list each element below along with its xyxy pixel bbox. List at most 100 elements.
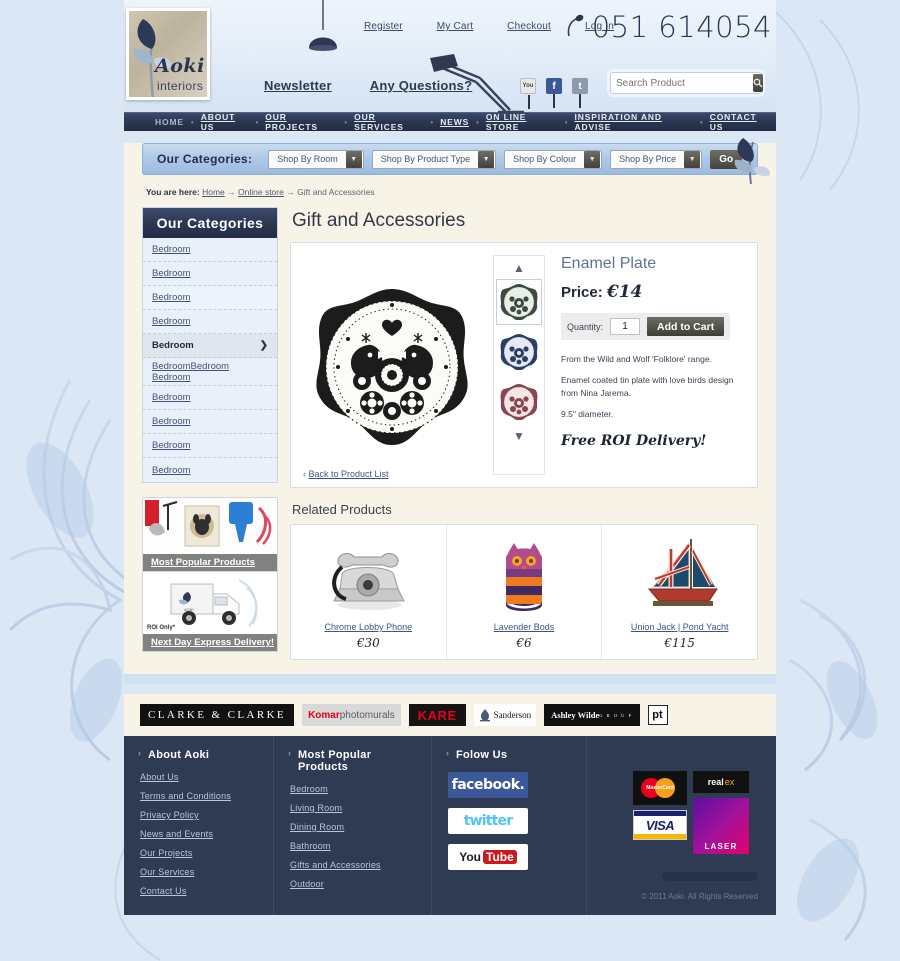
footer-link-outdoor[interactable]: Outdoor bbox=[290, 879, 419, 889]
search-input[interactable] bbox=[611, 73, 753, 93]
related-product-card[interactable]: Lavender Bods €6 bbox=[447, 525, 603, 659]
nav-item-contact-us[interactable]: CONTACT US bbox=[703, 112, 776, 132]
related-product-name[interactable]: Chrome Lobby Phone bbox=[325, 622, 413, 632]
footer-link-privacy-policy[interactable]: Privacy Policy bbox=[140, 810, 261, 820]
site-logo[interactable]: Aoki interiors bbox=[126, 8, 210, 100]
related-product-name[interactable]: Union Jack | Pond Yacht bbox=[631, 622, 729, 632]
price-label: Price: bbox=[561, 284, 603, 301]
link-any-questions[interactable]: Any Questions? bbox=[370, 78, 472, 93]
footer-link-dining-room[interactable]: Dining Room bbox=[290, 822, 419, 832]
breadcrumb-item-home[interactable]: Home bbox=[202, 187, 225, 197]
facebook-label: facebook. bbox=[451, 777, 525, 793]
sidebar-item-bedroom-8[interactable]: Bedroom bbox=[143, 410, 277, 434]
carousel-down-arrow[interactable]: ▼ bbox=[513, 427, 525, 445]
chevron-down-icon: ▼ bbox=[584, 150, 601, 168]
quantity-input[interactable] bbox=[610, 318, 641, 335]
link-checkout[interactable]: Checkout bbox=[507, 21, 551, 32]
select-shop-by-room[interactable]: Shop By Room ▼ bbox=[268, 149, 364, 169]
related-product-name[interactable]: Lavender Bods bbox=[494, 622, 555, 632]
footer-link-about-us[interactable]: About Us bbox=[140, 772, 261, 782]
sidebar-item-label: Bedroom bbox=[152, 392, 191, 403]
sidebar-item-bedroom-5-selected[interactable]: Bedroom ❯ bbox=[143, 334, 277, 358]
link-newsletter[interactable]: Newsletter bbox=[264, 78, 332, 93]
footer-link-terms-and-conditions[interactable]: Terms and Conditions bbox=[140, 791, 261, 801]
mastercard-label: MasterCard bbox=[646, 785, 674, 791]
header-phone: 051 614054 bbox=[565, 10, 772, 44]
plate-pink-thumb[interactable] bbox=[496, 379, 542, 425]
sidebar-item-bedroom-10[interactable]: Bedroom bbox=[143, 458, 277, 482]
nav-item-about-us[interactable]: ABOUT US bbox=[194, 112, 256, 132]
footer-link-news-and-events[interactable]: News and Events bbox=[140, 829, 261, 839]
link-my-cart[interactable]: My Cart bbox=[437, 21, 473, 32]
sidebar-item-bedroom-2[interactable]: Bedroom bbox=[143, 262, 277, 286]
brand-sanderson[interactable]: Sanderson bbox=[473, 704, 537, 726]
plate-green-thumb[interactable] bbox=[496, 279, 542, 325]
related-product-card[interactable]: Union Jack | Pond Yacht €115 bbox=[602, 525, 757, 659]
related-product-card[interactable]: Chrome Lobby Phone €30 bbox=[291, 525, 447, 659]
footer-link-bathroom[interactable]: Bathroom bbox=[290, 841, 419, 851]
product-main-image[interactable] bbox=[303, 255, 481, 475]
payment-col-2: real ex LASER bbox=[693, 771, 749, 854]
twitter-button[interactable]: twitter bbox=[448, 808, 528, 834]
youtube-you-text: You bbox=[459, 850, 481, 864]
brand-ashley-wilde[interactable]: Ashley Wilde G R O U P bbox=[544, 704, 640, 726]
search-button[interactable] bbox=[753, 74, 763, 92]
youtube-label: You Tube bbox=[459, 850, 517, 864]
footer-link-gifts-and-accessories[interactable]: Gifts and Accessories bbox=[290, 860, 419, 870]
nav-item-on-line-store[interactable]: ON LINE STORE bbox=[479, 112, 565, 132]
product-detail-panel: ▲ ▼ Enamel Plate Price: €14 Quantity: 1 … bbox=[290, 242, 758, 488]
brand-komar-rest: photomurals bbox=[339, 709, 395, 721]
product-collage-icon bbox=[143, 498, 277, 554]
facebook-icon[interactable]: f bbox=[546, 78, 562, 108]
link-register[interactable]: Register bbox=[364, 21, 403, 32]
twitter-icon[interactable]: t bbox=[572, 78, 588, 108]
select-shop-by-product-type[interactable]: Shop By Product Type ▼ bbox=[371, 149, 497, 169]
brand-kare[interactable]: KARE bbox=[408, 704, 466, 726]
sidebar-item-bedroom-1[interactable]: Bedroom bbox=[143, 238, 277, 262]
footer-link-contact-us[interactable]: Contact Us bbox=[140, 886, 261, 896]
facebook-button[interactable]: facebook. bbox=[448, 772, 528, 798]
sidebar-item-bedroom-6[interactable]: BedroomBedroom Bedroom bbox=[143, 358, 277, 386]
twitter-label: twitter bbox=[463, 813, 513, 829]
brand-clarke-and-clarke[interactable]: CLARKE & CLARKE bbox=[140, 704, 295, 726]
back-link-label[interactable]: Back to Product List bbox=[309, 469, 389, 479]
back-to-product-list[interactable]: ‹ Back to Product List bbox=[303, 469, 389, 479]
select-shop-by-price[interactable]: Shop By Price ▼ bbox=[610, 149, 703, 169]
breadcrumb-item-online-store[interactable]: Online store bbox=[238, 187, 284, 197]
brand-komar-photomurals[interactable]: Komar photomurals bbox=[302, 704, 401, 726]
sidebar-heading: Our Categories bbox=[143, 208, 277, 238]
footer-link-bedroom[interactable]: Bedroom bbox=[290, 784, 419, 794]
promo-most-popular-products[interactable]: Most Popular Products bbox=[142, 497, 278, 572]
promo-next-day-delivery[interactable]: AOKI ROI Only* Next Day Express Delivery… bbox=[142, 572, 278, 652]
youtube-icon[interactable]: You bbox=[520, 78, 536, 109]
carousel-up-arrow[interactable]: ▲ bbox=[513, 259, 525, 277]
sidebar-item-bedroom-3[interactable]: Bedroom bbox=[143, 286, 277, 310]
select-shop-by-colour[interactable]: Shop By Colour ▼ bbox=[504, 149, 603, 169]
youtube-button[interactable]: You Tube bbox=[448, 844, 528, 870]
logo-wordmark: Aoki bbox=[155, 55, 205, 77]
brand-ashley-sub: G R O U P bbox=[599, 712, 633, 718]
nav-item-home[interactable]: HOME bbox=[148, 117, 191, 127]
nav-item-news[interactable]: NEWS bbox=[433, 117, 476, 127]
footer-column-about: About Aoki About Us Terms and Conditions… bbox=[124, 736, 274, 915]
phone-number: 051 614054 bbox=[591, 10, 772, 44]
product-info: Enamel Plate Price: €14 Quantity: Add to… bbox=[557, 255, 745, 475]
nav-item-our-services[interactable]: OUR SERVICES bbox=[347, 112, 430, 132]
plate-blue-thumb[interactable] bbox=[496, 329, 542, 375]
sidebar-item-bedroom-7[interactable]: Bedroom bbox=[143, 386, 277, 410]
footer-link-our-services[interactable]: Our Services bbox=[140, 867, 261, 877]
brand-pt[interactable]: pt bbox=[647, 705, 668, 725]
search-box[interactable] bbox=[610, 72, 763, 94]
brand-komar-bold: Komar bbox=[308, 709, 340, 721]
select-shop-by-colour-label: Shop By Colour bbox=[513, 154, 577, 164]
add-to-cart-button[interactable]: Add to Cart bbox=[647, 317, 725, 336]
payment-col-1: MasterCard VISA bbox=[633, 771, 687, 854]
sidebar-item-bedroom-4[interactable]: Bedroom bbox=[143, 310, 277, 334]
footer-link-living-room[interactable]: Living Room bbox=[290, 803, 419, 813]
sidebar-item-bedroom-9[interactable]: Bedroom bbox=[143, 434, 277, 458]
nav-item-our-projects[interactable]: OUR PROJECTS bbox=[258, 112, 344, 132]
realex-logo: real ex bbox=[693, 771, 749, 793]
nav-item-inspiration-and-advise[interactable]: INSPIRATION AND ADVISE bbox=[568, 112, 700, 132]
footer-link-our-projects[interactable]: Our Projects bbox=[140, 848, 261, 858]
footer-column-follow-us: Folow Us facebook. twitter YouTube bbox=[432, 736, 587, 915]
